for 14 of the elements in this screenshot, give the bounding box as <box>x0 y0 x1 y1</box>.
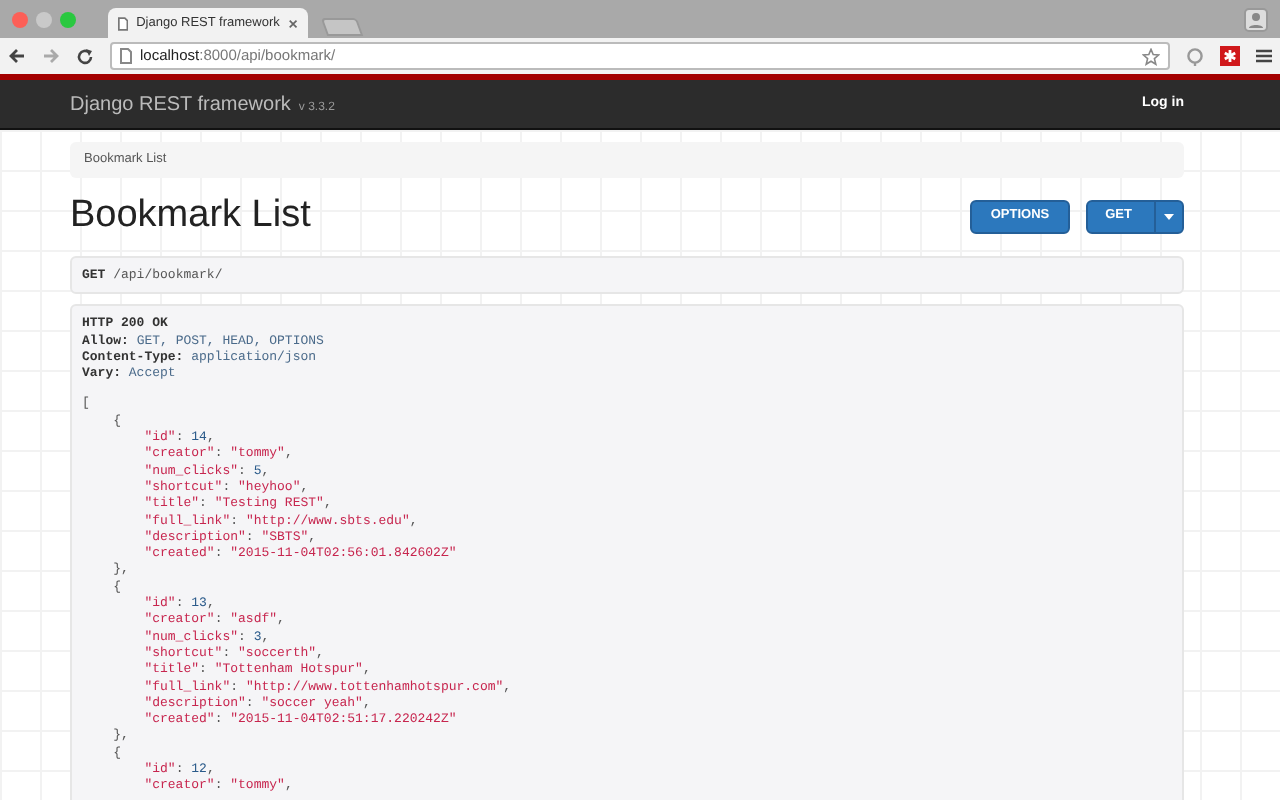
menu-icon[interactable] <box>1256 48 1272 64</box>
brand-link[interactable]: Django REST framework <box>70 89 291 119</box>
profile-icon[interactable] <box>1244 7 1268 31</box>
page-icon <box>118 15 129 31</box>
reload-icon[interactable] <box>76 47 94 65</box>
forward-icon[interactable] <box>42 48 60 64</box>
close-icon[interactable] <box>287 17 298 29</box>
caret-icon <box>1164 213 1174 220</box>
extension-icon[interactable] <box>1186 47 1204 65</box>
page-title: Bookmark List <box>70 193 311 240</box>
new-tab-button[interactable] <box>320 18 364 36</box>
back-icon[interactable] <box>8 48 26 64</box>
star-icon[interactable] <box>1142 47 1160 65</box>
page-icon <box>120 48 132 64</box>
